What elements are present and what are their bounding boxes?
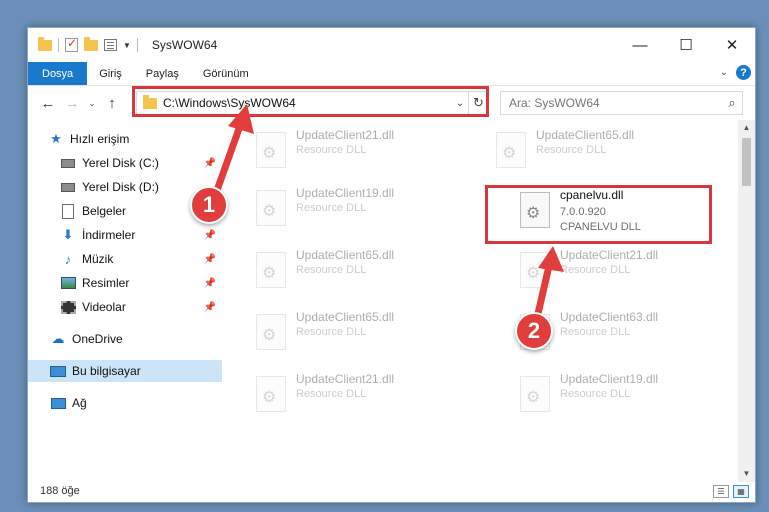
arrow-1-shaft — [211, 122, 244, 200]
step-1-badge: 1 — [190, 186, 228, 224]
annotation-arrows — [211, 104, 564, 322]
arrow-2-head — [538, 246, 564, 272]
arrow-2-shaft — [533, 262, 553, 322]
arrow-1-head — [228, 104, 254, 134]
step-2-badge: 2 — [515, 312, 553, 350]
